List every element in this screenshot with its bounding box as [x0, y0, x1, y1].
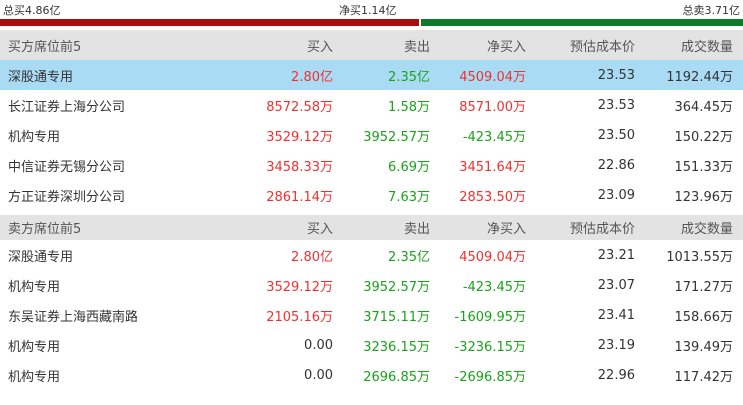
trade-volume: 150.22万 — [674, 129, 734, 145]
buy-amount: 8572.58万 — [266, 99, 333, 115]
col-header-buy: 买入 — [232, 30, 337, 60]
estimated-cost: 23.50 — [597, 127, 635, 143]
sell-amount: 3952.57万 — [363, 279, 430, 295]
net-buy-amount: -3236.15万 — [454, 339, 526, 355]
buy-amount: 2.80亿 — [232, 60, 337, 90]
seat-name: 深股通专用 — [8, 249, 74, 265]
trade-volume: 158.66万 — [674, 309, 734, 325]
trade-volume: 117.42万 — [674, 369, 734, 385]
buy-section-title: 买方席位前5 — [0, 30, 232, 60]
sell-section-header: 卖方席位前5 买入 卖出 净买入 预估成本价 成交数量 — [0, 210, 743, 240]
col-header-net: 净买入 — [434, 30, 530, 60]
estimated-cost: 23.09 — [597, 187, 635, 203]
col-header-sell: 卖出 — [337, 30, 434, 60]
sell-section-title: 卖方席位前5 — [0, 210, 232, 240]
estimated-cost: 23.53 — [530, 60, 643, 90]
net-buy-amount: 3451.64万 — [459, 159, 526, 175]
seat-row[interactable]: 中信证券无锡分公司 3458.33万 6.69万 3451.64万 22.86 151.3… — [0, 150, 743, 180]
col-header-volume: 成交数量 — [643, 210, 743, 240]
col-header-buy: 买入 — [232, 210, 337, 240]
buy-amount: 3458.33万 — [266, 159, 333, 175]
buy-amount: 2.80亿 — [291, 249, 333, 265]
seat-row[interactable]: 长江证券上海分公司 8572.58万 1.58万 8571.00万 23.53 364.4… — [0, 90, 743, 120]
estimated-cost: 23.19 — [597, 337, 635, 353]
net-buy-amount: 4509.04万 — [459, 249, 526, 265]
seat-name: 方正证券深圳分公司 — [8, 189, 126, 205]
col-header-volume: 成交数量 — [643, 30, 743, 60]
sell-amount: 1.58万 — [388, 99, 430, 115]
estimated-cost: 23.21 — [597, 247, 635, 263]
seat-table: 买方席位前5 买入 卖出 净买入 预估成本价 成交数量 深股通专用 2.80亿 2.… — [0, 30, 743, 390]
seat-row[interactable]: 机构专用 3529.12万 3952.57万 -423.45万 23.50 150.22万 — [0, 120, 743, 150]
trade-volume: 123.96万 — [674, 189, 734, 205]
total-sell-bar — [421, 19, 743, 26]
total-sell-label: 总卖3.71亿 — [682, 4, 741, 17]
trade-volume: 1013.55万 — [666, 249, 733, 265]
sell-amount: 3236.15万 — [363, 339, 430, 355]
sell-amount: 3715.11万 — [363, 309, 430, 325]
seat-name: 机构专用 — [8, 129, 61, 145]
seat-name: 长江证券上海分公司 — [8, 99, 126, 115]
buy-amount: 3529.12万 — [266, 279, 333, 295]
estimated-cost: 23.41 — [597, 307, 635, 323]
buy-amount: 2105.16万 — [266, 309, 333, 325]
estimated-cost: 22.86 — [597, 157, 635, 173]
seat-row[interactable]: 机构专用 0.00 3236.15万 -3236.15万 23.19 139.49万 — [0, 330, 743, 360]
seat-name: 机构专用 — [8, 279, 61, 295]
trade-volume: 139.49万 — [674, 339, 734, 355]
buy-section-header: 买方席位前5 买入 卖出 净买入 预估成本价 成交数量 — [0, 30, 743, 60]
trade-volume: 171.27万 — [674, 279, 734, 295]
net-buy-label: 净买1.14亿 — [339, 4, 397, 17]
total-buy-label: 总买4.86亿 — [3, 4, 61, 17]
seat-name: 中信证券无锡分公司 — [8, 159, 126, 175]
sell-amount: 2696.85万 — [363, 369, 430, 385]
seat-name: 东吴证券上海西藏南路 — [8, 309, 139, 325]
estimated-cost: 22.96 — [597, 367, 635, 383]
estimated-cost: 23.53 — [597, 97, 635, 113]
seat-row[interactable]: 机构专用 0.00 2696.85万 -2696.85万 22.96 117.42万 — [0, 360, 743, 390]
total-buy-bar — [0, 19, 419, 26]
seat-name: 机构专用 — [8, 369, 61, 385]
sell-amount: 2.35亿 — [388, 249, 430, 265]
sell-amount: 3952.57万 — [363, 129, 430, 145]
trade-volume: 1192.44万 — [643, 60, 743, 90]
net-buy-amount: -423.45万 — [462, 279, 526, 295]
net-buy-amount: -1609.95万 — [454, 309, 526, 325]
col-header-cost: 预估成本价 — [530, 30, 643, 60]
seat-row[interactable]: 深股通专用 2.80亿 2.35亿 4509.04万 23.53 1192.44万 — [0, 60, 743, 90]
col-header-cost: 预估成本价 — [530, 210, 643, 240]
trade-summary: 总买4.86亿 净买1.14亿 总卖3.71亿 — [0, 0, 743, 30]
seat-row[interactable]: 机构专用 3529.12万 3952.57万 -423.45万 23.07 171.27万 — [0, 270, 743, 300]
seat-name: 机构专用 — [8, 339, 61, 355]
buy-amount: 0.00 — [304, 337, 333, 353]
seat-name: 深股通专用 — [0, 60, 232, 90]
seat-row[interactable]: 深股通专用 2.80亿 2.35亿 4509.04万 23.21 1013.55万 — [0, 240, 743, 270]
sell-amount: 7.63万 — [388, 189, 430, 205]
estimated-cost: 23.07 — [597, 277, 635, 293]
net-buy-amount: 8571.00万 — [459, 99, 526, 115]
net-buy-amount: 2853.50万 — [459, 189, 526, 205]
trade-volume: 151.33万 — [674, 159, 734, 175]
seat-row[interactable]: 方正证券深圳分公司 2861.14万 7.63万 2853.50万 23.09 123.9… — [0, 180, 743, 213]
net-buy-amount: -423.45万 — [462, 129, 526, 145]
net-buy-amount: -2696.85万 — [454, 369, 526, 385]
buy-amount: 0.00 — [304, 367, 333, 383]
sell-amount: 2.35亿 — [337, 60, 434, 90]
seat-row[interactable]: 东吴证券上海西藏南路 2105.16万 3715.11万 -1609.95万 23.41… — [0, 300, 743, 330]
trade-volume: 364.45万 — [674, 99, 734, 115]
buy-amount: 2861.14万 — [266, 189, 333, 205]
col-header-sell: 卖出 — [337, 210, 434, 240]
net-buy-amount: 4509.04万 — [434, 60, 530, 90]
col-header-net: 净买入 — [434, 210, 530, 240]
buy-amount: 3529.12万 — [266, 129, 333, 145]
sell-amount: 6.69万 — [388, 159, 430, 175]
